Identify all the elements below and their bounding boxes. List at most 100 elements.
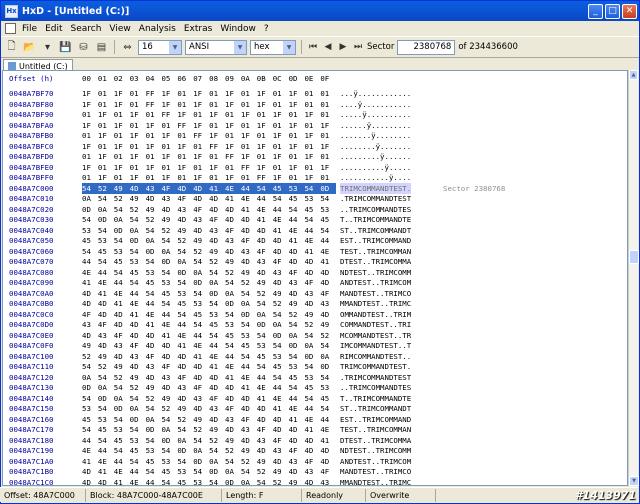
hex-bytes[interactable]: 53 54 0D 0A 54 52 49 4D 43 4F 4D 4D 41 4E 44 54 — [82, 403, 336, 414]
menu-search[interactable]: Search — [67, 24, 106, 34]
hex-row[interactable]: 0048A7C110 54 52 49 4D 43 4F 4D 4D 41 4E 44 54 45 53 54… — [3, 361, 627, 372]
hex-bytes[interactable]: 45 53 54 0D 0A 54 52 49 4D 43 4F 4D 4D 41 4E 44 — [82, 414, 336, 425]
ascii-text[interactable]: MMANDTEST..TRIMC — [340, 298, 411, 309]
hex-row[interactable]: 0048A7C160 45 53 54 0D 0A 54 52 49 4D 43 4F 4D 4D 41 4E… — [3, 414, 627, 425]
hex-row[interactable]: 0048A7BF90 01 1F 01 1F 01 FF 1F 01 1F 01 1F 01 1F 01 1F… — [3, 109, 627, 120]
hex-row[interactable]: 0048A7C090 41 4E 44 54 45 53 54 0D 0A 54 52 49 4D 43 4F… — [3, 277, 627, 288]
ascii-text[interactable]: .........ÿ...... — [340, 151, 411, 162]
hex-bytes[interactable]: 49 4D 43 4F 4D 4D 41 4E 44 54 45 53 54 0D 0A 54 — [82, 340, 336, 351]
ascii-text[interactable]: TRIMCOMMANDTEST. — [340, 361, 411, 372]
hex-bytes[interactable]: 4D 4D 41 4E 44 54 45 53 54 0D 0A 54 52 49 4D 43 — [82, 477, 336, 486]
hex-bytes[interactable]: 1F 01 1F 01 1F 01 FF 1F 01 1F 01 1F 01 1F 01 1F — [82, 120, 336, 131]
vertical-scrollbar[interactable]: ▲ ▼ — [628, 70, 639, 486]
hex-bytes[interactable]: 4D 4D 41 4E 44 54 45 53 54 0D 0A 54 52 49 4D 43 — [82, 298, 336, 309]
ascii-text[interactable]: ......ÿ......... — [340, 120, 411, 131]
save-icon[interactable]: 💾 — [58, 40, 73, 55]
hex-bytes[interactable]: 41 4E 44 54 45 53 54 0D 0A 54 52 49 4D 43 4F 4D — [82, 277, 336, 288]
display-select[interactable]: hex ▼ — [250, 39, 296, 55]
ascii-text[interactable]: TEST..TRIMCOMMAN — [340, 246, 411, 257]
hex-row[interactable]: 0048A7C150 53 54 0D 0A 54 52 49 4D 43 4F 4D 4D 41 4E 44… — [3, 403, 627, 414]
hex-row[interactable]: 0048A7C0E0 4D 43 4F 4D 4D 41 4E 44 54 45 53 54 0D 0A 54… — [3, 330, 627, 341]
hex-bytes[interactable]: 0A 54 52 49 4D 43 4F 4D 4D 41 4E 44 54 45 53 54 — [82, 193, 336, 204]
hex-row[interactable]: 0048A7C000 54 52 49 4D 43 4F 4D 4D 41 4E 44 54 45 53 54… — [3, 182, 627, 194]
hex-bytes[interactable]: 01 1F 01 1F 01 1F 01 1F 01 1F 01 FF 1F 01 1F 01 — [82, 172, 336, 183]
open-dropdown-icon[interactable]: ▾ — [40, 40, 55, 55]
hex-bytes[interactable]: 01 1F 01 1F 01 1F 01 1F 01 FF 1F 01 1F 01 1F 01 — [82, 151, 336, 162]
hex-row[interactable]: 0048A7BFB0 01 1F 01 1F 01 1F 01 FF 1F 01 1F 01 1F 01 1F… — [3, 130, 627, 141]
menu-extras[interactable]: Extras — [180, 24, 216, 34]
ascii-text[interactable]: ANDTEST..TRIMCOM — [340, 456, 411, 467]
ascii-text[interactable]: T..TRIMCOMMANDTE — [340, 214, 411, 225]
hex-row[interactable]: 0048A7C010 0A 54 52 49 4D 43 4F 4D 4D 41 4E 44 54 45 53… — [3, 193, 627, 204]
close-button[interactable]: ✕ — [622, 3, 637, 19]
ascii-text[interactable]: TEST..TRIMCOMMAN — [340, 424, 411, 435]
ascii-text[interactable]: NDTEST..TRIMCOMM — [340, 445, 411, 456]
hex-row[interactable]: 0048A7C0C0 4F 4D 4D 41 4E 44 54 45 53 54 0D 0A 54 52 49… — [3, 309, 627, 320]
ascii-text[interactable]: RIMCOMMANDTEST.. — [340, 351, 411, 362]
hex-editor[interactable]: Offset (h) 00 01 02 03 04 05 06 07 08 09 0A 0B 0C 0D 0… — [2, 70, 628, 486]
hex-bytes[interactable]: 4E 44 54 45 53 54 0D 0A 54 52 49 4D 43 4F 4D 4D — [82, 267, 336, 278]
document-icon[interactable] — [5, 23, 16, 34]
ascii-text[interactable]: ..TRIMCOMMANDTES — [340, 382, 411, 393]
hex-row[interactable]: 0048A7BFE0 1F 01 1F 01 1F 01 1F 01 1F 01 FF 1F 01 1F 01… — [3, 162, 627, 173]
hex-bytes[interactable]: 43 4F 4D 4D 41 4E 44 54 45 53 54 0D 0A 54 52 49 — [82, 319, 336, 330]
hex-bytes[interactable]: 0D 0A 54 52 49 4D 43 4F 4D 4D 41 4E 44 54 45 53 — [82, 204, 336, 215]
hex-bytes[interactable]: 52 49 4D 43 4F 4D 4D 41 4E 44 54 45 53 54 0D 0A — [82, 351, 336, 362]
hex-bytes[interactable]: 4D 41 4E 44 54 45 53 54 0D 0A 54 52 49 4D 43 4F — [82, 288, 336, 299]
menu-help[interactable]: ? — [260, 24, 273, 34]
menu-window[interactable]: Window — [216, 24, 260, 34]
hex-bytes[interactable]: 44 54 45 53 54 0D 0A 54 52 49 4D 43 4F 4D 4D 41 — [82, 256, 336, 267]
ascii-text[interactable]: OMMANDTEST..TRIM — [340, 309, 411, 320]
ascii-text[interactable]: MANDTEST..TRIMCO — [340, 288, 411, 299]
hex-bytes[interactable]: 0D 0A 54 52 49 4D 43 4F 4D 4D 41 4E 44 54 45 53 — [82, 382, 336, 393]
ascii-text[interactable]: ...ÿ............ — [340, 88, 411, 99]
selected-hex-bytes[interactable]: 54 52 49 4D 43 4F 4D 4D 41 4E 44 54 45 53 54 0D — [82, 182, 337, 194]
hex-row[interactable]: 0048A7C140 54 0D 0A 54 52 49 4D 43 4F 4D 4D 41 4E 44 54… — [3, 393, 627, 404]
hex-bytes[interactable]: 4E 44 54 45 53 54 0D 0A 54 52 49 4D 43 4F 4D 4D — [82, 445, 336, 456]
charset-select[interactable]: ANSI ▼ — [185, 39, 247, 55]
new-file-icon[interactable]: 🗋 — [4, 40, 19, 55]
ascii-text[interactable]: .....ÿ.......... — [340, 109, 411, 120]
hex-bytes[interactable]: 4D 41 4E 44 54 45 53 54 0D 0A 54 52 49 4D 43 4F — [82, 466, 336, 477]
hex-bytes[interactable]: 54 52 49 4D 43 4F 4D 4D 41 4E 44 54 45 53 54 0D — [82, 361, 336, 372]
hex-row[interactable]: 0048A7C180 44 54 45 53 54 0D 0A 54 52 49 4D 43 4F 4D 4D… — [3, 435, 627, 446]
ascii-text[interactable]: ........ÿ....... — [340, 141, 411, 152]
ascii-text[interactable]: MMANDTEST..TRIMC — [340, 477, 411, 486]
menu-analysis[interactable]: Analysis — [135, 24, 180, 34]
ascii-text[interactable]: T..TRIMCOMMANDTE — [340, 393, 411, 404]
hex-row[interactable]: 0048A7C0D0 43 4F 4D 4D 41 4E 44 54 45 53 54 0D 0A 54 52… — [3, 319, 627, 330]
hex-row[interactable]: 0048A7C1B0 4D 41 4E 44 54 45 53 54 0D 0A 54 52 49 4D 43… — [3, 466, 627, 477]
hex-bytes[interactable]: 45 53 54 0D 0A 54 52 49 4D 43 4F 4D 4D 41 4E 44 — [82, 235, 336, 246]
hex-row[interactable]: 0048A7C1C0 4D 4D 41 4E 44 54 45 53 54 0D 0A 54 52 49 4D… — [3, 477, 627, 486]
hex-row[interactable]: 0048A7C0B0 4D 4D 41 4E 44 54 45 53 54 0D 0A 54 52 49 4D… — [3, 298, 627, 309]
hex-row[interactable]: 0048A7C050 45 53 54 0D 0A 54 52 49 4D 43 4F 4D 4D 41 4E… — [3, 235, 627, 246]
hex-row[interactable]: 0048A7C0A0 4D 41 4E 44 54 45 53 54 0D 0A 54 52 49 4D 43… — [3, 288, 627, 299]
hex-bytes[interactable]: 01 1F 01 1F 01 FF 1F 01 1F 01 1F 01 1F 01 1F 01 — [82, 109, 336, 120]
ascii-text[interactable]: ST..TRIMCOMMANDT — [340, 225, 411, 236]
hex-bytes[interactable]: 1F 01 1F 01 FF 1F 01 1F 01 1F 01 1F 01 1F 01 01 — [82, 99, 336, 110]
title-bar[interactable]: Hx HxD - [Untitled (C:)] _ □ ✕ — [1, 1, 639, 21]
hex-bytes[interactable]: 53 54 0D 0A 54 52 49 4D 43 4F 4D 4D 41 4E 44 54 — [82, 225, 336, 236]
scroll-down-icon[interactable]: ▼ — [629, 476, 639, 486]
scroll-up-icon[interactable]: ▲ — [629, 70, 638, 80]
hex-row[interactable]: 0048A7C080 4E 44 54 45 53 54 0D 0A 54 52 49 4D 43 4F 4D… — [3, 267, 627, 278]
hex-row[interactable]: 0048A7C070 44 54 45 53 54 0D 0A 54 52 49 4D 43 4F 4D 4D… — [3, 256, 627, 267]
hex-row[interactable]: 0048A7BFA0 1F 01 1F 01 1F 01 FF 1F 01 1F 01 1F 01 1F 01… — [3, 120, 627, 131]
hex-row[interactable]: 0048A7C100 52 49 4D 43 4F 4D 4D 41 4E 44 54 45 53 54 0D… — [3, 351, 627, 362]
ascii-text[interactable]: .TRIMCOMMANDTEST — [340, 372, 411, 383]
hex-row[interactable]: 0048A7C060 54 45 53 54 0D 0A 54 52 49 4D 43 4F 4D 4D 41… — [3, 246, 627, 257]
hex-bytes[interactable]: 54 0D 0A 54 52 49 4D 43 4F 4D 4D 41 4E 44 54 45 — [82, 393, 336, 404]
open-disk-icon[interactable]: ⛁ — [76, 40, 91, 55]
open-ram-icon[interactable]: ▤ — [94, 40, 109, 55]
hex-bytes[interactable]: 54 45 53 54 0D 0A 54 52 49 4D 43 4F 4D 4D 41 4E — [82, 424, 336, 435]
minimize-button[interactable]: _ — [588, 3, 603, 19]
sector-input[interactable]: 2380768 — [397, 39, 456, 55]
hex-bytes[interactable]: 1F 01 1F 01 1F 01 1F 01 1F 01 FF 1F 01 1F 01 1F — [82, 162, 336, 173]
hex-row[interactable]: 0048A7C120 0A 54 52 49 4D 43 4F 4D 4D 41 4E 44 54 45 53… — [3, 372, 627, 383]
hex-bytes[interactable]: 1F 01 1F 01 1F 01 1F 01 FF 1F 01 1F 01 1F 01 1F — [82, 141, 336, 152]
selected-ascii-text[interactable]: TRIMCOMMANDTEST. — [340, 182, 412, 194]
hex-row[interactable]: 0048A7BFC0 1F 01 1F 01 1F 01 1F 01 FF 1F 01 1F 01 1F 01… — [3, 141, 627, 152]
ascii-text[interactable]: COMMANDTEST..TRI — [340, 319, 411, 330]
last-sector-icon[interactable]: ⏭ — [352, 42, 364, 52]
hex-row[interactable]: 0048A7C0F0 49 4D 43 4F 4D 4D 41 4E 44 54 45 53 54 0D 0A… — [3, 340, 627, 351]
